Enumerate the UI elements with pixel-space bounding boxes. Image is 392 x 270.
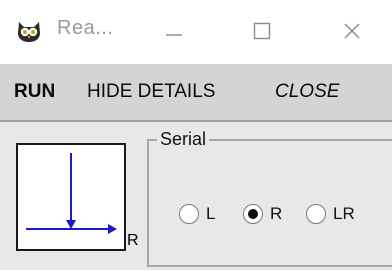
radio-label: LR bbox=[333, 204, 355, 223]
radio-label: R bbox=[270, 204, 283, 223]
minimize-button[interactable] bbox=[152, 14, 196, 48]
owl-icon bbox=[16, 19, 42, 43]
radio-option-r[interactable]: R bbox=[243, 203, 282, 225]
serial-group-legend: Serial bbox=[157, 127, 210, 151]
maximize-button[interactable] bbox=[240, 14, 284, 48]
radio-option-l[interactable]: L bbox=[179, 203, 215, 225]
menu-run[interactable]: RUN bbox=[14, 80, 55, 104]
menu-close[interactable]: CLOSE bbox=[275, 80, 339, 104]
close-window-button[interactable] bbox=[330, 14, 374, 48]
radio-selected-dot bbox=[248, 209, 258, 219]
radio-label: L bbox=[206, 204, 216, 223]
radio-option-lr[interactable]: LR bbox=[306, 203, 355, 225]
title-bar: Rea... bbox=[0, 0, 392, 64]
menu-hide-details[interactable]: HIDE DETAILS bbox=[87, 80, 215, 104]
radio-button[interactable] bbox=[179, 204, 199, 224]
radio-button-selected[interactable] bbox=[243, 204, 263, 224]
radio-button[interactable] bbox=[306, 204, 326, 224]
minimize-icon bbox=[166, 34, 182, 36]
window-title: Rea... bbox=[57, 17, 114, 39]
close-icon bbox=[344, 23, 360, 39]
maximize-icon bbox=[253, 22, 271, 40]
diagram-label: R bbox=[127, 232, 139, 249]
